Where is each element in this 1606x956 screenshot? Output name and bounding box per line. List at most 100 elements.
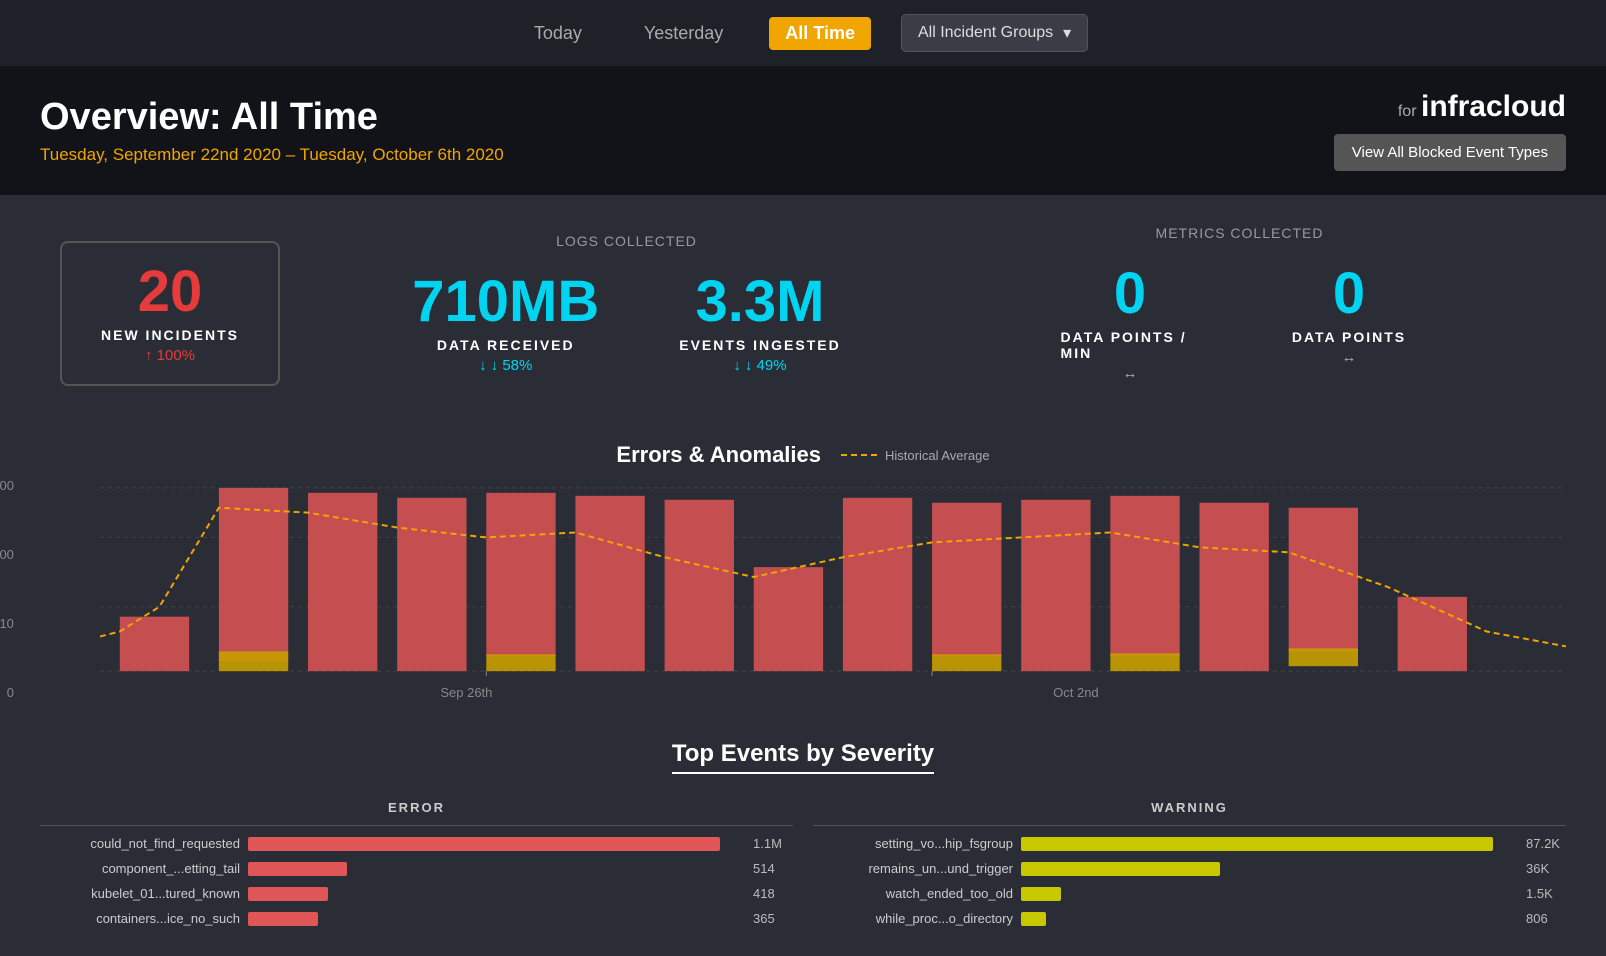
events-ingested-change: ↓ ↓ 49% [733,357,786,374]
event-bar [1021,887,1061,901]
chart-svg [100,478,1566,676]
warning-items-container: setting_vo...hip_fsgroup 87.2K remains_u… [813,836,1566,926]
view-blocked-button[interactable]: View All Blocked Event Types [1334,134,1566,171]
incidents-label: NEW INCIDENTS [101,327,239,343]
chart-header: Errors & Anomalies Historical Average [40,442,1566,468]
logs-stats: 710MB DATA RECEIVED ↓ ↓ 58% 3.3M EVENTS … [392,253,860,394]
event-count: 365 [753,911,793,926]
event-bar-wrap [248,912,745,926]
event-name: kubelet_01...tured_known [40,886,240,901]
event-count: 806 [1526,911,1566,926]
top-events-section: Top Events by Severity ERROR could_not_f… [0,720,1606,956]
event-bar [248,837,720,851]
page-title: Overview: All Time [40,96,504,139]
data-points-change: ↔ [1341,349,1356,366]
event-name: component_...etting_tail [40,861,240,876]
event-bar-wrap [1021,837,1518,851]
error-event-row: kubelet_01...tured_known 418 [40,886,793,901]
event-bar-wrap [248,887,745,901]
chart-legend: Historical Average [841,448,990,463]
event-count: 36K [1526,861,1566,876]
events-ingested-card: 3.3M EVENTS INGESTED ↓ ↓ 49% [659,253,860,394]
event-bar-wrap [1021,887,1518,901]
error-column: ERROR could_not_find_requested 1.1M comp… [40,800,793,936]
logs-section-label: Logs Collected [556,233,697,249]
data-received-change: ↓ ↓ 58% [479,357,532,374]
event-count: 514 [753,861,793,876]
data-received-label: DATA RECEIVED [437,337,575,353]
incidents-value: 20 [138,263,203,321]
stats-row: 20 NEW INCIDENTS ↑ 100% Logs Collected 7… [0,195,1606,432]
down-arrow-icon-2: ↓ [733,357,741,374]
events-ingested-value: 3.3M [696,273,825,331]
event-count: 1.1M [753,836,793,851]
chevron-down-icon: ▾ [1063,23,1071,43]
warning-event-row: remains_un...und_trigger 36K [813,861,1566,876]
warning-event-row: watch_ended_too_old 1.5K [813,886,1566,901]
event-bar [1021,837,1493,851]
event-count: 1.5K [1526,886,1566,901]
logs-group: Logs Collected 710MB DATA RECEIVED ↓ ↓ 5… [320,233,933,394]
incidents-card: 20 NEW INCIDENTS ↑ 100% [60,241,280,386]
events-ingested-label: EVENTS INGESTED [679,337,840,353]
data-points-card: 0 DATA POINTS ↔ [1260,245,1439,402]
data-points-min-label: DATA POINTS / MIN [1061,329,1200,361]
warning-column: WARNING setting_vo...hip_fsgroup 87.2K r… [813,800,1566,936]
data-received-value: 710MB [412,273,599,331]
header-left: Overview: All Time Tuesday, September 22… [40,96,504,165]
error-event-row: could_not_find_requested 1.1M [40,836,793,851]
error-event-row: containers...ice_no_such 365 [40,911,793,926]
data-received-card: 710MB DATA RECEIVED ↓ ↓ 58% [392,253,619,394]
events-grid: ERROR could_not_find_requested 1.1M comp… [40,800,1566,936]
event-name: watch_ended_too_old [813,886,1013,901]
chart-y-labels: 1000 100 10 0 [0,478,14,700]
yesterday-tab[interactable]: Yesterday [628,17,739,50]
chart-title: Errors & Anomalies [616,442,821,468]
event-bar [248,912,318,926]
event-name: could_not_find_requested [40,836,240,851]
header-banner: Overview: All Time Tuesday, September 22… [0,66,1606,195]
data-points-min-change: ↔ [1123,365,1138,382]
metrics-stats: 0 DATA POINTS / MIN ↔ 0 DATA POINTS ↔ [1041,245,1439,402]
event-name: setting_vo...hip_fsgroup [813,836,1013,851]
dashed-line-icon [841,454,877,456]
event-bar [1021,912,1046,926]
header-right: for infracloud View All Blocked Event Ty… [1334,90,1566,171]
event-bar [248,862,347,876]
date-range: Tuesday, September 22nd 2020 – Tuesday, … [40,145,504,165]
error-items-container: could_not_find_requested 1.1M component_… [40,836,793,926]
event-bar-wrap [248,862,745,876]
event-name: while_proc...o_directory [813,911,1013,926]
alltime-tab[interactable]: All Time [769,17,871,50]
warning-event-row: setting_vo...hip_fsgroup 87.2K [813,836,1566,851]
metrics-group: Metrics Collected 0 DATA POINTS / MIN ↔ … [933,225,1546,402]
event-bar [1021,862,1220,876]
section-title-wrap: Top Events by Severity [40,740,1566,780]
metrics-section-label: Metrics Collected [1156,225,1324,241]
event-count: 418 [753,886,793,901]
brand-text: for infracloud [1398,90,1566,124]
data-points-label: DATA POINTS [1292,329,1406,345]
warning-column-header: WARNING [813,800,1566,826]
event-bar-wrap [248,837,745,851]
event-name: containers...ice_no_such [40,911,240,926]
event-count: 87.2K [1526,836,1566,851]
event-name: remains_un...und_trigger [813,861,1013,876]
incidents-change: ↑ 100% [145,347,195,364]
top-navigation: Today Yesterday All Time All Incident Gr… [0,0,1606,66]
event-bar [248,887,328,901]
error-event-row: component_...etting_tail 514 [40,861,793,876]
chart-x-labels: Sep 26th Oct 2nd [160,685,1566,700]
chart-container: 1000 100 10 0 [40,478,1566,700]
warning-event-row: while_proc...o_directory 806 [813,911,1566,926]
down-arrow-icon: ↓ [479,357,487,374]
incident-group-dropdown[interactable]: All Incident Groups ▾ [901,14,1088,52]
data-points-min-card: 0 DATA POINTS / MIN ↔ [1041,245,1220,402]
data-points-value: 0 [1333,265,1365,323]
today-tab[interactable]: Today [518,17,598,50]
chart-section: Errors & Anomalies Historical Average 10… [0,432,1606,720]
data-points-min-value: 0 [1114,265,1146,323]
error-column-header: ERROR [40,800,793,826]
section-title: Top Events by Severity [672,740,934,774]
event-bar-wrap [1021,912,1518,926]
